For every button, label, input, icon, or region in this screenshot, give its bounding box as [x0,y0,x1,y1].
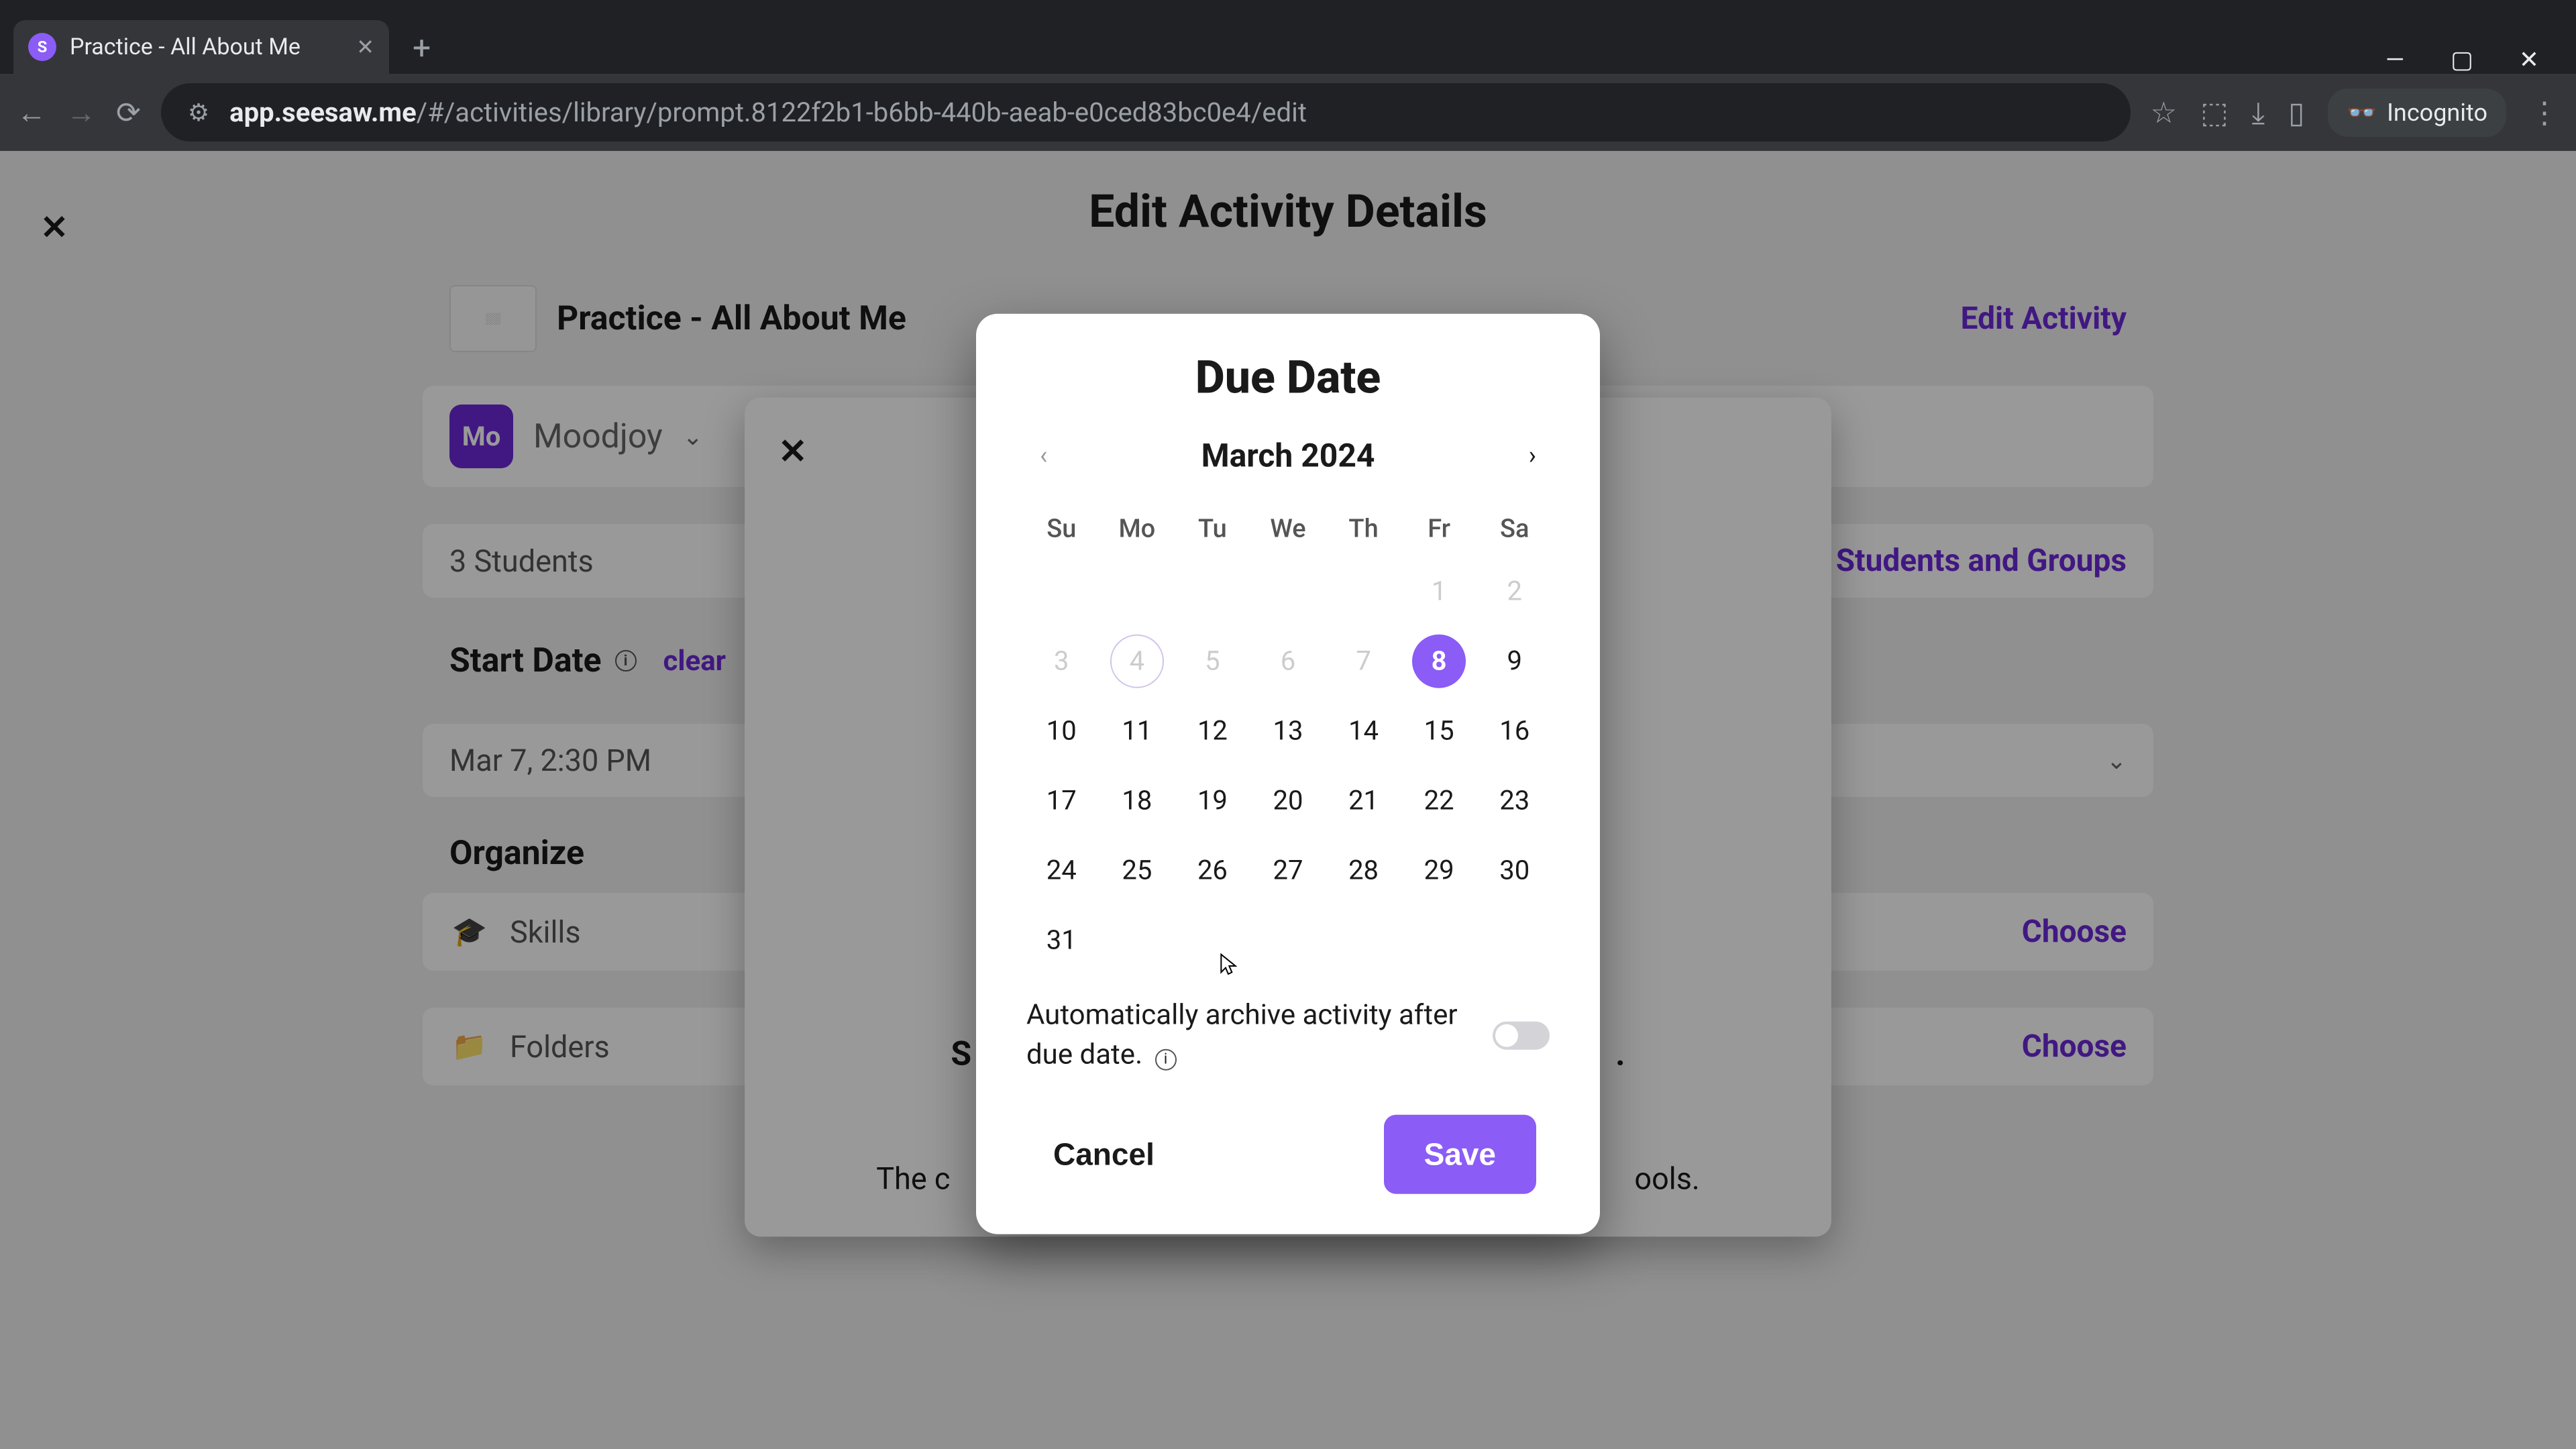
save-button[interactable]: Save [1384,1115,1536,1194]
archive-label: Automatically archive activity after due… [1026,996,1472,1075]
calendar-day[interactable]: 30 [1488,844,1542,898]
url-bar[interactable]: ⚙ app.seesaw.me/#/activities/library/pro… [161,83,2131,142]
calendar-day[interactable]: 12 [1185,704,1239,758]
calendar-day[interactable]: 23 [1488,774,1542,828]
calendar-day-header: Th [1328,504,1399,554]
window-maximize-icon[interactable]: ▢ [2449,46,2475,74]
extensions-icon[interactable]: ⬚ [2200,95,2229,130]
reader-icon[interactable]: ▯ [2288,95,2304,130]
calendar-day[interactable]: 17 [1034,774,1088,828]
info-icon[interactable]: i [1155,1049,1177,1071]
modal-title: Due Date [1026,351,1550,405]
calendar-day[interactable]: 28 [1337,844,1391,898]
calendar-day[interactable]: 19 [1185,774,1239,828]
window-close-icon[interactable]: ✕ [2516,46,2542,74]
due-date-modal: Due Date ‹ March 2024 › SuMoTuWeThFrSa12… [976,314,1600,1235]
calendar-day: 1 [1412,565,1466,619]
cancel-button[interactable]: Cancel [1040,1116,1168,1193]
incognito-badge[interactable]: 👓 Incognito [2328,89,2506,137]
calendar-day[interactable]: 15 [1412,704,1466,758]
calendar-day[interactable]: 25 [1110,844,1164,898]
calendar-day: 4 [1110,635,1164,688]
calendar-day: 5 [1185,635,1239,688]
calendar-day[interactable]: 27 [1261,844,1315,898]
calendar-day[interactable]: 22 [1412,774,1466,828]
calendar-day[interactable]: 18 [1110,774,1164,828]
tab-title: Practice - All About Me [70,34,343,60]
browser-menu-icon[interactable]: ⋮ [2530,95,2559,130]
calendar-day-empty [1337,565,1391,619]
calendar-grid: SuMoTuWeThFrSa12345678910111213141516171… [1026,504,1550,973]
window-minimize-icon[interactable]: — [2381,46,2408,74]
calendar-day[interactable]: 10 [1034,704,1088,758]
calendar-day[interactable]: 24 [1034,844,1088,898]
nav-reload-icon[interactable]: ⟳ [116,95,141,130]
calendar-day[interactable]: 31 [1034,914,1088,967]
calendar-day[interactable]: 16 [1488,704,1542,758]
calendar-day-empty [1034,565,1088,619]
calendar-day[interactable]: 14 [1337,704,1391,758]
nav-back-icon[interactable]: ← [17,95,46,130]
calendar-day[interactable]: 8 [1412,635,1466,688]
nav-forward-icon[interactable]: → [66,95,96,130]
calendar-day: 7 [1337,635,1391,688]
calendar-day: 6 [1261,635,1315,688]
tab-close-icon[interactable]: ✕ [356,34,374,60]
calendar-day-header: Su [1026,504,1097,554]
archive-toggle[interactable] [1493,1021,1550,1049]
calendar-day-empty [1110,565,1164,619]
calendar-day-header: We [1253,504,1324,554]
calendar-day-empty [1261,565,1315,619]
incognito-icon: 👓 [2347,99,2377,127]
calendar-day-header: Mo [1102,504,1173,554]
new-tab-button[interactable]: + [392,22,451,74]
calendar-day[interactable]: 11 [1110,704,1164,758]
browser-tab[interactable]: S Practice - All About Me ✕ [13,20,389,74]
calendar-day-empty [1185,565,1239,619]
calendar-day: 3 [1034,635,1088,688]
prev-month-icon[interactable]: ‹ [1033,435,1054,478]
calendar-day-header: Sa [1479,504,1550,554]
next-month-icon[interactable]: › [1522,435,1543,478]
calendar-day-header: Tu [1177,504,1248,554]
bookmark-icon[interactable]: ☆ [2151,95,2177,130]
calendar-month-label: March 2024 [1201,437,1375,475]
calendar-day-header: Fr [1404,504,1474,554]
calendar-day[interactable]: 13 [1261,704,1315,758]
downloads-icon[interactable]: ⤓ [2252,95,2265,130]
browser-nav-bar: ← → ⟳ ⚙ app.seesaw.me/#/activities/libra… [0,74,2576,151]
calendar-day[interactable]: 21 [1337,774,1391,828]
calendar-day[interactable]: 29 [1412,844,1466,898]
url-text: app.seesaw.me/#/activities/library/promp… [229,97,1307,128]
site-info-icon[interactable]: ⚙ [188,99,209,127]
calendar-day[interactable]: 20 [1261,774,1315,828]
browser-tab-bar: S Practice - All About Me ✕ + — ▢ ✕ [0,0,2576,74]
seesaw-favicon-icon: S [28,33,56,61]
calendar-day: 2 [1488,565,1542,619]
calendar-day[interactable]: 9 [1488,635,1542,688]
calendar-day[interactable]: 26 [1185,844,1239,898]
